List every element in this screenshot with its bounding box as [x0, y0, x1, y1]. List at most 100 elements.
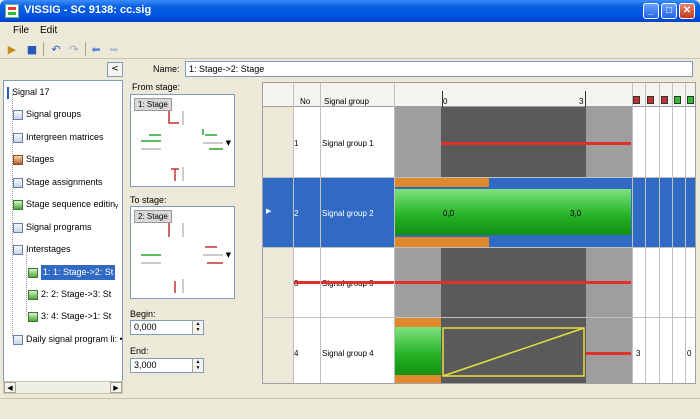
chevron-down-icon[interactable]: ▼	[226, 139, 231, 147]
scroll-left-icon[interactable]: ◀	[4, 382, 16, 393]
bar-end-label: 3,0	[570, 209, 582, 218]
interstage-icon	[28, 311, 38, 322]
tree-root[interactable]: Signal 17	[7, 85, 50, 100]
status-bar	[0, 398, 700, 419]
tree-item-daily-programs[interactable]: Daily signal program li: •	[13, 332, 123, 347]
grid-vline	[293, 83, 294, 383]
grid-vline	[685, 83, 686, 383]
minimize-button[interactable]: _	[643, 3, 659, 19]
to-stage-selector[interactable]: 2: Stage ▼	[130, 206, 235, 299]
to-stage-diagram	[141, 223, 223, 293]
row-signal-group: Signal group 1	[322, 139, 374, 148]
to-stage-label: To stage:	[130, 195, 167, 205]
col-no-header: No	[300, 97, 311, 106]
green-signal-bar[interactable]	[394, 327, 441, 375]
tree-item-label: Daily signal program li: •	[26, 334, 123, 344]
red-signal-bar[interactable]	[441, 142, 631, 145]
grid-vline	[645, 83, 646, 383]
menu-file[interactable]: File	[13, 25, 29, 36]
interstages-icon	[13, 244, 23, 255]
redo-icon[interactable]: ↷	[66, 42, 82, 56]
row-extra-right: 0	[687, 349, 692, 358]
collapse-panel-button[interactable]: <	[107, 62, 123, 77]
close-button[interactable]: ✕	[679, 3, 695, 19]
signal-programs-icon	[13, 222, 23, 233]
open-icon[interactable]: ▶	[4, 42, 20, 56]
row-no: 4	[294, 349, 299, 358]
interstage-icon	[28, 289, 38, 300]
menu-bar: File Edit	[0, 22, 700, 39]
amber-top-left	[394, 177, 441, 187]
row-selected-arrow-icon: ▶	[266, 207, 272, 215]
row-extra-left: 3	[636, 349, 641, 358]
red-signal-bar[interactable]	[293, 281, 631, 284]
begin-input[interactable]: 0,000 ▲ ▼	[130, 320, 204, 335]
axis-end-label: 3	[579, 97, 584, 106]
amber-bottom-left	[394, 237, 441, 247]
row-no: 1	[294, 139, 299, 148]
tree-item-intergreen[interactable]: Intergreen matrices	[13, 130, 104, 145]
from-stage-diagram	[141, 111, 223, 181]
save-icon[interactable]: ■	[24, 42, 40, 56]
spin-updown-icon[interactable]: ▲ ▼	[192, 359, 203, 372]
row-signal-group: Signal group 2	[322, 209, 374, 218]
green-signal-bar[interactable]	[394, 189, 631, 235]
name-label: Name:	[153, 64, 180, 74]
from-stage-selector[interactable]: 1: Stage ▼	[130, 94, 235, 187]
bar-start-label: 0,0	[443, 209, 455, 218]
tree-item-interstage-3[interactable]: 3: 4: Stage->1: St	[28, 309, 111, 324]
signal-green-icon	[687, 96, 694, 104]
tree-item-signal-programs[interactable]: Signal programs	[13, 220, 92, 235]
amber-top	[394, 317, 441, 327]
end-input[interactable]: 3,000 ▲ ▼	[130, 358, 204, 373]
grid-hline	[263, 247, 695, 248]
signal-red-icon	[661, 96, 668, 104]
signal-green-icon	[674, 96, 681, 104]
grid-vline	[632, 83, 633, 383]
tree-item-label: Stage assignments	[26, 177, 103, 187]
tree-item-stage-sequence[interactable]: Stage sequence editinᵧ	[13, 197, 118, 212]
tree-item-signal-groups[interactable]: Signal groups	[13, 107, 81, 122]
grid-hline	[263, 177, 695, 178]
toolbar-separator	[43, 42, 44, 56]
back-icon[interactable]: ⬅	[88, 42, 104, 56]
row-signal-group: Signal group 4	[322, 349, 374, 358]
timeline-pre	[394, 107, 441, 177]
forward-icon[interactable]: ➡	[106, 42, 122, 56]
app-icon	[5, 4, 19, 18]
grid-vline	[320, 83, 321, 383]
tree-item-label: 1: 1: Stage->2: St	[41, 265, 116, 280]
col-signal-group-header: Signal group	[324, 97, 369, 106]
chevron-down-icon[interactable]: ▼	[226, 251, 231, 259]
timeline-post	[586, 317, 632, 383]
grid-vline	[672, 83, 673, 383]
menu-edit[interactable]: Edit	[40, 25, 57, 36]
undo-icon[interactable]: ↶	[48, 42, 64, 56]
amber-bottom-mid	[441, 237, 489, 247]
toolbar: ▶ ■ ↶ ↷ ⬅ ➡	[0, 39, 700, 59]
grid-vline	[394, 83, 395, 383]
navigation-tree: Signal 17 Signal groups Intergreen matri…	[3, 80, 123, 394]
tree-item-interstages[interactable]: Interstages	[13, 242, 71, 257]
interstage-grid: No Signal group 0 3 1 Signal group 1 ▶ 2…	[262, 82, 696, 384]
maximize-button[interactable]: □	[661, 3, 677, 19]
tree-item-interstage-1[interactable]: 1: 1: Stage->2: St	[28, 265, 116, 280]
name-input[interactable]: 1: Stage->2: Stage	[185, 61, 693, 77]
spin-updown-icon[interactable]: ▲ ▼	[192, 321, 203, 334]
axis-start-label: 0	[443, 97, 448, 106]
tree-connector	[26, 253, 27, 316]
stage-assignments-icon	[13, 177, 23, 188]
red-signal-bar[interactable]	[586, 352, 631, 355]
yellow-transition-frame[interactable]	[442, 327, 585, 377]
tree-item-label: Signal programs	[26, 222, 92, 232]
scroll-right-icon[interactable]: ▶	[110, 382, 122, 393]
from-stage-label: From stage:	[132, 82, 181, 92]
tree-root-label: Signal 17	[12, 87, 50, 97]
grid-vline	[659, 83, 660, 383]
tree-item-stages[interactable]: Stages	[13, 152, 54, 167]
tree-item-interstage-2[interactable]: 2: 2: Stage->3: St	[28, 287, 111, 302]
row-no: 2	[294, 209, 299, 218]
daily-program-icon	[13, 334, 23, 345]
tree-item-stage-assignments[interactable]: Stage assignments	[13, 175, 103, 190]
tree-horizontal-scrollbar[interactable]: ◀ ▶	[3, 381, 123, 394]
